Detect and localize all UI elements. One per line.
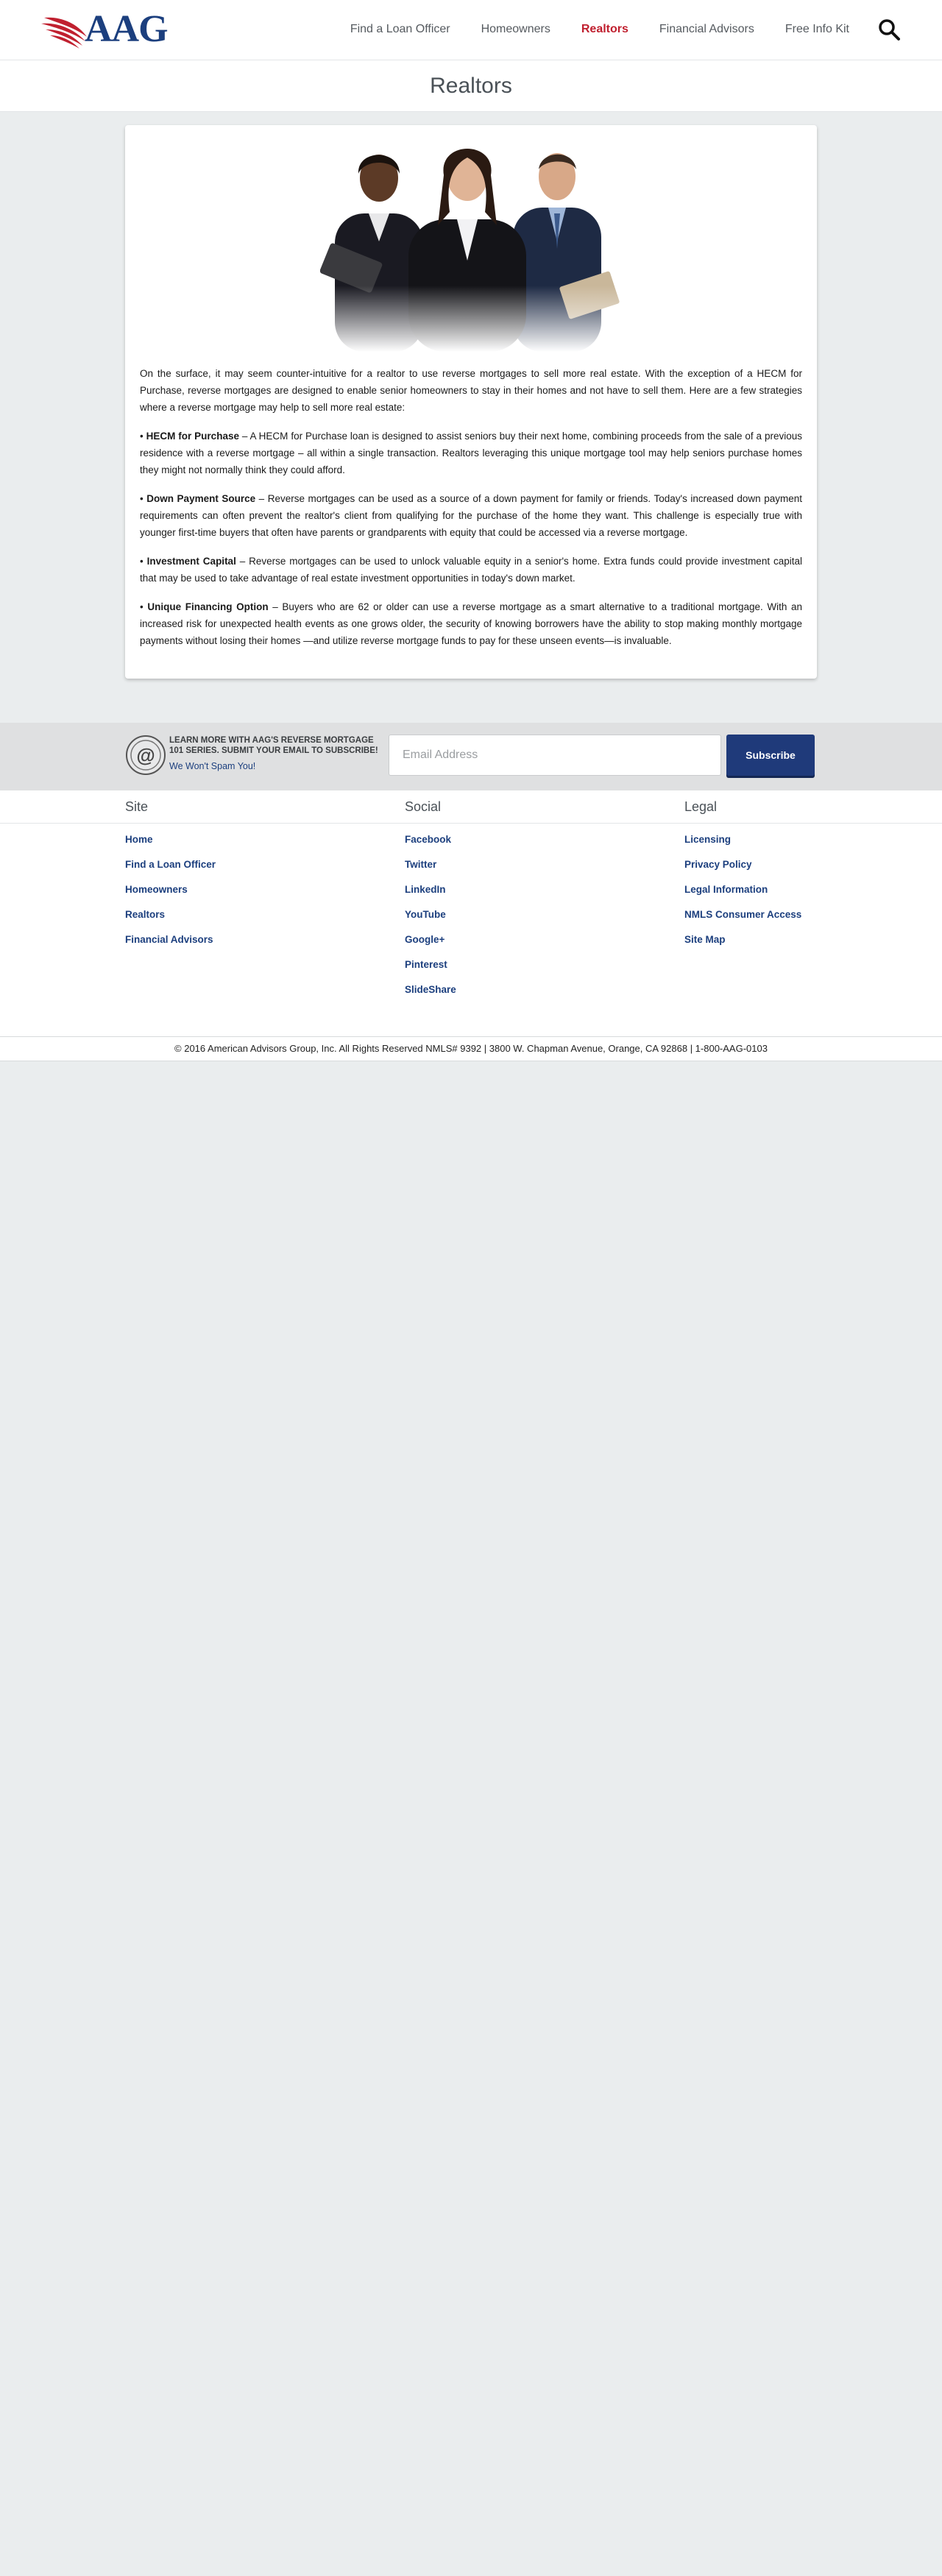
subscribe-heading: Learn more with AAG's Reverse Mortgage 1… xyxy=(169,736,378,755)
footer-link-nmls-consumer-access[interactable]: NMLS Consumer Access xyxy=(684,909,801,920)
nav-realtors[interactable]: Realtors xyxy=(581,22,628,37)
footer-column-site: Site Home Find a Loan Officer Homeowners… xyxy=(125,790,346,958)
search-button[interactable] xyxy=(877,18,901,41)
search-icon xyxy=(879,19,900,40)
site-header: AAG Find a Loan Officer Homeowners Realt… xyxy=(0,0,942,60)
footer-heading: Legal xyxy=(684,799,718,814)
footer-link-pinterest[interactable]: Pinterest xyxy=(405,959,447,970)
site-footer: Site Home Find a Loan Officer Homeowners… xyxy=(0,790,942,1036)
footer-link-google-plus[interactable]: Google+ xyxy=(405,934,445,945)
newsletter-subscribe: @ Learn more with AAG's Reverse Mortgage… xyxy=(0,723,942,790)
item-heading: Down Payment Source xyxy=(146,493,256,504)
logo-wordmark: AAG xyxy=(85,8,169,50)
page-title-bar: Realtors xyxy=(0,60,942,112)
email-at-icon: @ xyxy=(126,735,166,775)
eagle-wings-icon xyxy=(41,17,87,49)
subscribe-button[interactable]: Subscribe xyxy=(726,735,815,776)
article-item-hecm: • HECM for Purchase – A HECM for Purchas… xyxy=(140,428,802,478)
footer-heading: Social xyxy=(405,799,442,814)
bullet: • xyxy=(140,556,144,567)
bullet: • xyxy=(140,431,144,442)
footer-link-facebook[interactable]: Facebook xyxy=(405,834,451,845)
article-intro: On the surface, it may seem counter-intu… xyxy=(140,368,802,413)
footer-link-privacy-policy[interactable]: Privacy Policy xyxy=(684,859,752,870)
nav-homeowners[interactable]: Homeowners xyxy=(481,22,550,37)
email-field[interactable] xyxy=(389,735,721,776)
footer-link-homeowners[interactable]: Homeowners xyxy=(125,884,188,895)
nav-financial-advisors[interactable]: Financial Advisors xyxy=(659,22,754,37)
footer-column-legal: Legal Licensing Privacy Policy Legal Inf… xyxy=(684,790,905,958)
bullet: • xyxy=(140,601,144,612)
footer-heading: Site xyxy=(125,799,149,814)
footer-link-financial-advisors[interactable]: Financial Advisors xyxy=(125,934,213,945)
article-item-financing: • Unique Financing Option – Buyers who a… xyxy=(140,598,802,649)
content-card: On the surface, it may seem counter-intu… xyxy=(125,125,817,679)
item-text: – Reverse mortgages can be used to unloc… xyxy=(140,556,802,584)
footer-link-home[interactable]: Home xyxy=(125,834,153,845)
nav-find-loan-officer[interactable]: Find a Loan Officer xyxy=(350,22,450,37)
footer-link-find-loan-officer[interactable]: Find a Loan Officer xyxy=(125,859,216,870)
aag-logo[interactable]: AAG xyxy=(38,7,178,52)
bullet: • xyxy=(140,493,144,504)
article-body: On the surface, it may seem counter-intu… xyxy=(140,365,802,661)
footer-link-site-map[interactable]: Site Map xyxy=(684,934,726,945)
svg-text:@: @ xyxy=(136,744,155,766)
copyright-bar: © 2016 American Advisors Group, Inc. All… xyxy=(0,1036,942,1061)
item-heading: HECM for Purchase xyxy=(146,431,239,442)
footer-link-twitter[interactable]: Twitter xyxy=(405,859,436,870)
main-nav: Find a Loan Officer Homeowners Realtors … xyxy=(319,22,849,37)
footer-link-slideshare[interactable]: SlideShare xyxy=(405,984,456,995)
item-heading: Unique Financing Option xyxy=(147,601,269,612)
realtors-team-photo xyxy=(320,131,622,352)
footer-link-linkedin[interactable]: LinkedIn xyxy=(405,884,446,895)
nav-free-info-kit[interactable]: Free Info Kit xyxy=(785,22,849,37)
page-title: Realtors xyxy=(430,74,512,98)
article-item-investment: • Investment Capital – Reverse mortgages… xyxy=(140,553,802,587)
item-heading: Investment Capital xyxy=(146,556,236,567)
footer-link-realtors[interactable]: Realtors xyxy=(125,909,165,920)
footer-link-legal-information[interactable]: Legal Information xyxy=(684,884,768,895)
footer-link-licensing[interactable]: Licensing xyxy=(684,834,731,845)
no-spam-note: We Won't Spam You! xyxy=(169,761,256,771)
article-item-down-payment: • Down Payment Source – Reverse mortgage… xyxy=(140,490,802,541)
footer-link-youtube[interactable]: YouTube xyxy=(405,909,446,920)
footer-column-social: Social Facebook Twitter LinkedIn YouTube… xyxy=(405,790,626,1008)
item-text: – A HECM for Purchase loan is designed t… xyxy=(140,431,802,475)
